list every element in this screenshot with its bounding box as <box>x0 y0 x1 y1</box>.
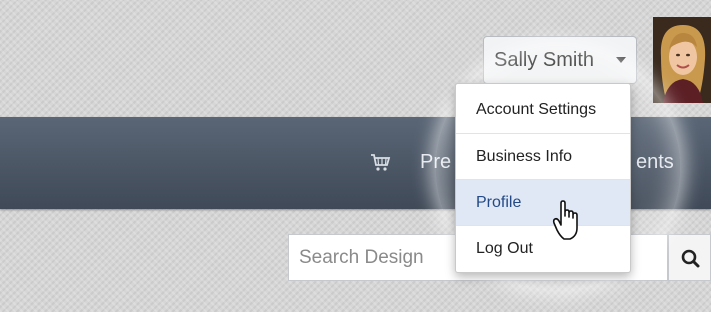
menu-item-account-settings[interactable]: Account Settings <box>456 87 630 133</box>
user-name: Sally Smith <box>494 49 595 71</box>
nav-link-ents[interactable]: ents <box>636 151 674 174</box>
menu-item-business-info[interactable]: Business Info <box>456 133 630 179</box>
search-button[interactable] <box>668 234 711 281</box>
avatar[interactable] <box>653 17 711 103</box>
menu-item-log-out[interactable]: Log Out <box>456 225 630 271</box>
nav-link-pre[interactable]: Pre <box>420 151 451 174</box>
user-dropdown-menu: Account Settings Business Info Profile L… <box>455 83 631 273</box>
caret-down-icon <box>616 57 626 63</box>
shopping-cart-icon[interactable] <box>369 151 391 173</box>
avatar-photo <box>653 17 711 103</box>
user-menu-toggle[interactable]: Sally Smith <box>483 36 637 84</box>
menu-item-profile[interactable]: Profile <box>456 179 630 225</box>
search-icon <box>681 249 700 268</box>
